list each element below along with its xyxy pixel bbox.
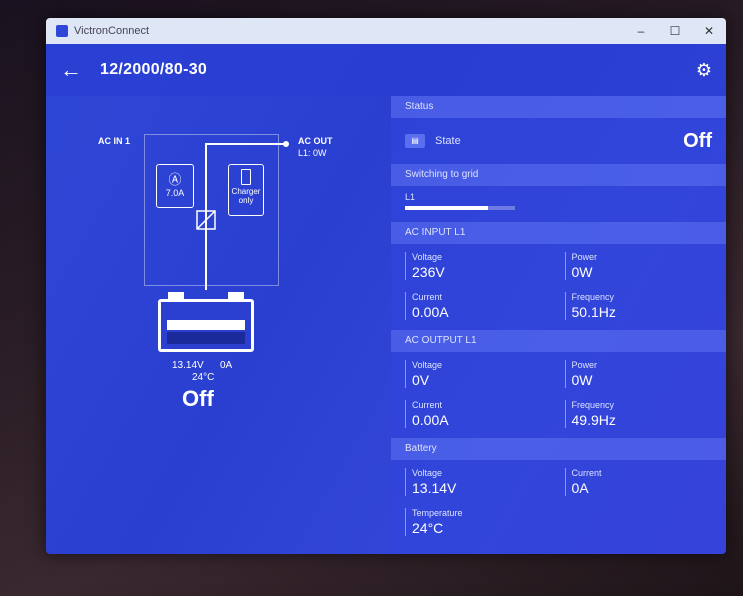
battery-current-label: Current [571, 468, 602, 478]
ac-input-frequency: Frequency 50.1Hz [564, 292, 713, 320]
state-label: State [435, 135, 461, 147]
battery-header: Battery [391, 438, 726, 460]
ac-output-voltage: Voltage 0V [405, 360, 553, 388]
ac-input-row-1: Voltage 236V Power 0W [391, 244, 726, 284]
ac-input-power: Power 0W [564, 252, 713, 280]
details-panel: Status ▤ State Off Switching to grid L1 … [391, 96, 726, 554]
ac-input-voltage-label: Voltage [412, 252, 443, 262]
battery-voltage-cell: Voltage 13.14V [405, 468, 553, 496]
battery-voltage-label: Voltage [412, 468, 443, 478]
ac-output-row-2: Current 0.00A Frequency 49.9Hz [391, 392, 726, 432]
app-logo [56, 25, 68, 37]
ac-output-header: AC OUTPUT L1 [391, 330, 726, 352]
window-title: VictronConnect [74, 25, 150, 37]
ac-output-power-value: 0W [571, 372, 593, 388]
battery-current: 0A [220, 360, 233, 371]
battery-current-value: 0A [571, 480, 589, 496]
battery-row-1: Voltage 13.14V Current 0A [391, 460, 726, 500]
grid-row: L1 [391, 186, 726, 222]
grid-progress-fill [405, 206, 488, 210]
window-titlebar: VictronConnect – ☐ ✕ [46, 18, 726, 44]
ac-out-line [205, 143, 286, 240]
battery-icon [158, 292, 254, 352]
ac-output-frequency-value: 49.9Hz [571, 412, 616, 428]
ac-input-current-label: Current [412, 292, 443, 302]
battery-temperature-value: 24°C [412, 520, 444, 536]
battery-temperature-label: Temperature [412, 508, 463, 518]
ac-input-header: AC INPUT L1 [391, 222, 726, 244]
close-button[interactable]: ✕ [692, 24, 726, 38]
system-diagram: AC IN 1 Ⓐ 7.0A Charger only AC OUT L1: 0… [46, 96, 391, 554]
arrow-left-icon[interactable]: ← [60, 57, 100, 83]
ac-input-voltage: Voltage 236V [405, 252, 553, 280]
grid-line-label: L1 [405, 192, 416, 202]
ac-input-frequency-value: 50.1Hz [571, 304, 616, 320]
grid-header: Switching to grid [391, 164, 726, 186]
ac-output-voltage-value: 0V [412, 372, 430, 388]
battery-temperature-cell: Temperature 24°C [405, 508, 559, 536]
battery-voltage: 13.14V [172, 360, 204, 371]
ac-input-power-value: 0W [571, 264, 593, 280]
system-state: Off [182, 386, 214, 411]
ac-output-frequency-label: Frequency [571, 400, 615, 410]
ac-input-power-label: Power [571, 252, 598, 262]
ac-output-power: Power 0W [564, 360, 713, 388]
ac-out-node [283, 141, 289, 147]
ac-out-label: AC OUT [298, 136, 333, 146]
state-value: Off [683, 129, 712, 152]
state-icon: ▤ [405, 134, 425, 148]
ac-input-current: Current 0.00A [405, 292, 553, 320]
ac-output-frequency: Frequency 49.9Hz [564, 400, 713, 428]
ac-output-power-label: Power [571, 360, 598, 370]
battery-voltage-value: 13.14V [412, 480, 457, 496]
state-row: ▤ State Off [391, 118, 726, 164]
battery-temperature: 24°C [192, 372, 215, 383]
minimize-button[interactable]: – [624, 24, 658, 38]
app-window: VictronConnect – ☐ ✕ ← 12/2000/80-30 ⚙ A… [46, 18, 726, 554]
ac-input-row-2: Current 0.00A Frequency 50.1Hz [391, 284, 726, 324]
battery-current-cell: Current 0A [564, 468, 713, 496]
maximize-button[interactable]: ☐ [658, 24, 692, 38]
gear-icon[interactable]: ⚙ [696, 60, 712, 81]
ac-output-row-1: Voltage 0V Power 0W [391, 352, 726, 392]
ac-out-load: L1: 0W [298, 148, 327, 158]
grid-progress-bar [405, 206, 515, 210]
battery-row-2: Temperature 24°C [391, 500, 726, 540]
status-header: Status [391, 96, 726, 118]
page-title: 12/2000/80-30 [100, 61, 208, 78]
ac-input-frequency-label: Frequency [571, 292, 615, 302]
ac-output-voltage-label: Voltage [412, 360, 443, 370]
ac-output-current-value: 0.00A [412, 412, 449, 428]
app-bar: ← 12/2000/80-30 ⚙ [46, 44, 726, 96]
ac-output-current: Current 0.00A [405, 400, 553, 428]
ac-input-current-value: 0.00A [412, 304, 449, 320]
ac-output-current-label: Current [412, 400, 443, 410]
ac-input-voltage-value: 236V [412, 264, 445, 280]
